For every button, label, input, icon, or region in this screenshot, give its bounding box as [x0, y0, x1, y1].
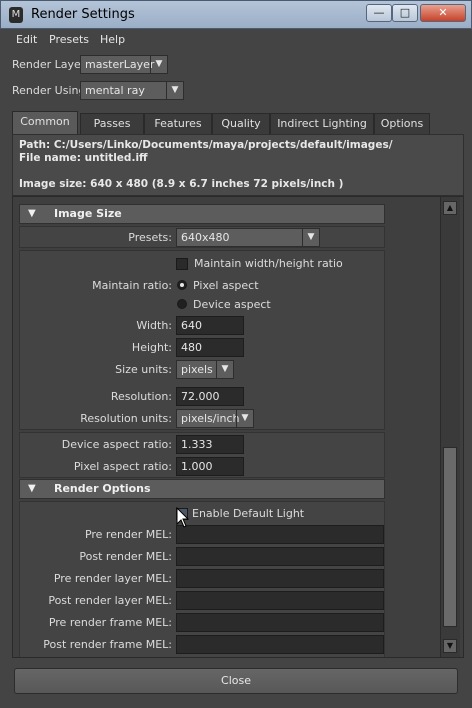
maintain-wh-ratio-label: Maintain width/height ratio [194, 257, 343, 270]
pre-render-mel-field[interactable] [176, 525, 384, 544]
device-aspect-ratio-label: Device aspect ratio: [61, 438, 172, 451]
render-using-label: Render Using [12, 84, 86, 97]
device-aspect-radio[interactable] [177, 299, 187, 309]
file-name-text: File name: untitled.iff [19, 152, 148, 164]
resolution-units-value: pixels/inch [181, 412, 240, 425]
post-render-layer-mel-field[interactable] [176, 591, 384, 610]
section-title: Render Options [54, 482, 151, 495]
menu-bar: Edit Presets Help [0, 29, 472, 51]
post-render-frame-mel-label: Post render frame MEL: [43, 638, 172, 651]
close-button[interactable]: Close [14, 668, 458, 694]
title-bar: M Render Settings — □ ✕ [0, 0, 472, 29]
maintain-wh-ratio-checkbox[interactable] [176, 258, 188, 270]
vertical-scrollbar[interactable]: ▲ ▼ [440, 197, 460, 657]
chevron-down-icon: ▼ [150, 56, 167, 73]
tab-indirect-lighting[interactable]: Indirect Lighting [270, 113, 374, 134]
height-label: Height: [131, 341, 172, 354]
resolution-field[interactable]: 72.000 [176, 387, 244, 406]
path-text: Path: C:/Users/Linko/Documents/maya/proj… [19, 139, 393, 151]
tab-passes[interactable]: Passes [80, 113, 144, 134]
render-layer-label: Render Layer [12, 58, 86, 71]
image-size-group: Maintain width/height ratio Maintain rat… [19, 250, 385, 430]
maintain-ratio-label: Maintain ratio: [92, 279, 172, 292]
height-field[interactable]: 480 [176, 338, 244, 357]
pixel-aspect-ratio-label: Pixel aspect ratio: [73, 460, 172, 473]
chevron-down-icon: ▼ [236, 410, 253, 427]
render-layer-dropdown[interactable]: masterLayer ▼ [80, 55, 168, 74]
size-units-value: pixels [181, 363, 213, 376]
presets-dropdown[interactable]: 640x480 ▼ [176, 228, 320, 247]
output-info: Path: C:/Users/Linko/Documents/maya/proj… [12, 134, 464, 196]
render-using-dropdown[interactable]: mental ray ▼ [80, 81, 184, 100]
minimize-button[interactable]: — [366, 4, 392, 22]
pre-render-layer-mel-field[interactable] [176, 569, 384, 588]
resolution-label: Resolution: [110, 390, 172, 403]
width-field[interactable]: 640 [176, 316, 244, 335]
render-using-value: mental ray [85, 84, 145, 97]
post-render-layer-mel-label: Post render layer MEL: [48, 594, 172, 607]
close-window-button[interactable]: ✕ [420, 4, 466, 22]
tab-quality[interactable]: Quality [212, 113, 270, 134]
resolution-units-label: Resolution units: [80, 412, 172, 425]
window-title: Render Settings [31, 7, 135, 22]
pre-render-frame-mel-field[interactable] [176, 613, 384, 632]
pixel-aspect-label: Pixel aspect [193, 279, 259, 292]
section-title: Image Size [54, 207, 122, 220]
collapse-triangle-icon: ▼ [28, 483, 36, 494]
image-size-text: Image size: 640 x 480 (8.9 x 6.7 inches … [19, 178, 344, 190]
presets-group: Presets: 640x480 ▼ [19, 226, 385, 248]
tab-options[interactable]: Options [374, 113, 430, 134]
render-options-section-header[interactable]: ▼ Render Options [19, 479, 385, 499]
post-render-mel-field[interactable] [176, 547, 384, 566]
pre-render-layer-mel-label: Pre render layer MEL: [53, 572, 172, 585]
image-size-section-header[interactable]: ▼ Image Size [19, 204, 385, 224]
pixel-aspect-ratio-field[interactable]: 1.000 [176, 457, 244, 476]
chevron-down-icon: ▼ [216, 361, 233, 378]
menu-help[interactable]: Help [100, 33, 125, 46]
device-aspect-label: Device aspect [193, 298, 271, 311]
mouse-cursor-icon [176, 507, 190, 528]
pixel-aspect-radio[interactable] [177, 280, 187, 290]
menu-presets[interactable]: Presets [49, 33, 89, 46]
size-units-label: Size units: [115, 363, 172, 376]
scroll-up-icon[interactable]: ▲ [443, 201, 457, 215]
scrollbar-thumb[interactable] [443, 447, 457, 627]
pre-render-mel-label: Pre render MEL: [84, 528, 172, 541]
maya-app-icon: M [9, 7, 23, 23]
device-aspect-ratio-field[interactable]: 1.333 [176, 435, 244, 454]
menu-edit[interactable]: Edit [16, 33, 37, 46]
render-options-group: Enable Default Light Pre render MEL: Pos… [19, 501, 385, 657]
settings-scroll-panel[interactable]: ▼ Image Size Presets: 640x480 ▼ Maintain… [12, 196, 464, 658]
tab-common[interactable]: Common [12, 111, 78, 134]
render-layer-value: masterLayer [85, 58, 155, 71]
scroll-down-icon[interactable]: ▼ [443, 639, 457, 653]
post-render-mel-label: Post render MEL: [79, 550, 172, 563]
width-label: Width: [136, 319, 172, 332]
post-render-frame-mel-field[interactable] [176, 635, 384, 654]
tab-features[interactable]: Features [144, 113, 212, 134]
pre-render-frame-mel-label: Pre render frame MEL: [48, 616, 172, 629]
presets-label: Presets: [128, 231, 172, 244]
chevron-down-icon: ▼ [166, 82, 183, 99]
size-units-dropdown[interactable]: pixels ▼ [176, 360, 234, 379]
aspect-ratio-group: Device aspect ratio: 1.333 Pixel aspect … [19, 432, 385, 478]
chevron-down-icon: ▼ [302, 229, 319, 246]
presets-value: 640x480 [181, 231, 230, 244]
maximize-button[interactable]: □ [392, 4, 418, 22]
enable-default-light-label: Enable Default Light [192, 507, 305, 520]
collapse-triangle-icon: ▼ [28, 208, 36, 219]
tab-bar: Common Passes Features Quality Indirect … [8, 111, 464, 134]
resolution-units-dropdown[interactable]: pixels/inch ▼ [176, 409, 254, 428]
